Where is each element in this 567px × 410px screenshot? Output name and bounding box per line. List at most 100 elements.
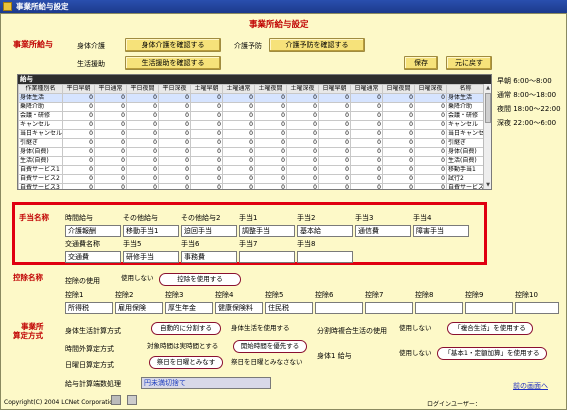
value-cell[interactable]: 0 xyxy=(222,156,255,166)
text-field[interactable]: 調整手当 xyxy=(239,225,295,237)
value-cell[interactable]: 0 xyxy=(382,111,415,121)
table-row[interactable]: 自費サービス2 0 0 0 0 0 0 0 0 0 0 0 0 試行2 xyxy=(18,174,485,184)
value-cell[interactable]: 0 xyxy=(222,174,255,184)
value-cell[interactable]: 0 xyxy=(414,111,447,121)
value-cell[interactable]: 0 xyxy=(414,147,447,157)
value-cell[interactable]: 0 xyxy=(62,120,95,130)
value-cell[interactable]: 0 xyxy=(286,156,319,166)
value-cell[interactable]: 0 xyxy=(126,147,159,157)
grid-scrollbar[interactable]: ▲ ▼ xyxy=(483,84,491,189)
shintai-confirm-button[interactable]: 身体介護を確認する xyxy=(125,38,221,52)
save-button[interactable]: 保存 xyxy=(404,56,438,70)
value-cell[interactable]: 0 xyxy=(158,93,191,103)
value-cell[interactable]: 0 xyxy=(286,147,319,157)
kaigo-yobo-confirm-button[interactable]: 介護予防を確認する xyxy=(269,38,365,52)
value-cell[interactable]: 0 xyxy=(62,147,95,157)
value-cell[interactable]: 0 xyxy=(190,93,223,103)
value-cell[interactable]: 0 xyxy=(222,111,255,121)
value-cell[interactable]: 0 xyxy=(126,102,159,112)
value-cell[interactable]: 0 xyxy=(318,138,351,148)
value-cell[interactable]: 0 xyxy=(382,138,415,148)
row-label-cell[interactable]: 自費サービス xyxy=(446,183,485,189)
value-cell[interactable]: 0 xyxy=(350,102,383,112)
value-cell[interactable]: 0 xyxy=(350,138,383,148)
hasu-select[interactable]: 円未満切捨て xyxy=(141,377,271,389)
value-cell[interactable]: 0 xyxy=(94,165,127,175)
value-cell[interactable]: 0 xyxy=(94,129,127,139)
value-cell[interactable]: 0 xyxy=(254,111,287,121)
value-cell[interactable]: 0 xyxy=(382,156,415,166)
value-cell[interactable]: 0 xyxy=(318,93,351,103)
text-field[interactable]: 健康保険料 xyxy=(215,302,263,314)
row-name-cell[interactable]: 自費サービス1 xyxy=(18,165,63,175)
value-cell[interactable]: 0 xyxy=(222,120,255,130)
shintai1-opt-off[interactable]: 使用しない xyxy=(399,348,432,359)
nichiyo-opt-treat[interactable]: 祭日を日曜とみなす xyxy=(149,356,223,369)
table-row[interactable]: 自費サービス1 0 0 0 0 0 0 0 0 0 0 0 0 移動手当1 xyxy=(18,165,485,175)
value-cell[interactable]: 0 xyxy=(190,174,223,184)
shintai-opt-use[interactable]: 身体生活を使用する xyxy=(231,323,290,334)
table-row[interactable]: 会議・研修 0 0 0 0 0 0 0 0 0 0 0 0 会議・研修 xyxy=(18,111,485,121)
kojo-option-off[interactable]: 使用しない xyxy=(121,273,154,284)
value-cell[interactable]: 0 xyxy=(254,120,287,130)
table-row[interactable]: 引継ぎ 0 0 0 0 0 0 0 0 0 0 0 0 引継ぎ xyxy=(18,138,485,148)
value-cell[interactable]: 0 xyxy=(286,183,319,189)
value-cell[interactable]: 0 xyxy=(158,111,191,121)
table-row[interactable]: キャンセル 0 0 0 0 0 0 0 0 0 0 0 0 キャンセル xyxy=(18,120,485,130)
value-cell[interactable]: 0 xyxy=(62,111,95,121)
text-field[interactable]: 交通費 xyxy=(65,251,121,263)
tool-icon[interactable] xyxy=(127,395,137,405)
row-name-cell[interactable]: 身体(自費) xyxy=(18,147,63,157)
seikatsu-confirm-button[interactable]: 生活援助を確認する xyxy=(125,56,221,70)
value-cell[interactable]: 0 xyxy=(190,102,223,112)
value-cell[interactable]: 0 xyxy=(126,156,159,166)
value-cell[interactable]: 0 xyxy=(414,174,447,184)
value-cell[interactable]: 0 xyxy=(350,111,383,121)
value-cell[interactable]: 0 xyxy=(382,120,415,130)
value-cell[interactable]: 0 xyxy=(158,129,191,139)
value-cell[interactable]: 0 xyxy=(126,165,159,175)
value-cell[interactable]: 0 xyxy=(286,102,319,112)
value-cell[interactable]: 0 xyxy=(286,111,319,121)
row-name-cell[interactable]: 当日キャンセル xyxy=(18,129,63,139)
value-cell[interactable]: 0 xyxy=(350,120,383,130)
bunkatsu-opt-off[interactable]: 使用しない xyxy=(399,323,432,334)
value-cell[interactable]: 0 xyxy=(158,138,191,148)
value-cell[interactable]: 0 xyxy=(414,102,447,112)
value-cell[interactable]: 0 xyxy=(222,93,255,103)
row-label-cell[interactable]: 当日キャンセル xyxy=(446,129,485,139)
value-cell[interactable]: 0 xyxy=(190,111,223,121)
text-field[interactable]: 障害手当 xyxy=(413,225,469,237)
value-cell[interactable]: 0 xyxy=(382,129,415,139)
value-cell[interactable]: 0 xyxy=(382,93,415,103)
reset-button[interactable]: 元に戻す xyxy=(446,56,492,70)
row-name-cell[interactable]: 乗降介助 xyxy=(18,102,63,112)
value-cell[interactable]: 0 xyxy=(382,147,415,157)
table-row[interactable]: 自費サービス3 0 0 0 0 0 0 0 0 0 0 0 0 自費サービス xyxy=(18,183,485,189)
row-name-cell[interactable]: 自費サービス3 xyxy=(18,183,63,189)
value-cell[interactable]: 0 xyxy=(222,138,255,148)
value-cell[interactable]: 0 xyxy=(158,174,191,184)
row-label-cell[interactable]: 身体(自費) xyxy=(446,147,485,157)
value-cell[interactable]: 0 xyxy=(254,165,287,175)
value-cell[interactable]: 0 xyxy=(190,129,223,139)
printer-icon[interactable] xyxy=(111,395,121,405)
row-label-cell[interactable]: 生活(自費) xyxy=(446,156,485,166)
value-cell[interactable]: 0 xyxy=(126,183,159,189)
text-field[interactable] xyxy=(515,302,559,314)
value-cell[interactable]: 0 xyxy=(94,147,127,157)
value-cell[interactable]: 0 xyxy=(350,156,383,166)
value-cell[interactable]: 0 xyxy=(126,120,159,130)
row-name-cell[interactable]: 引継ぎ xyxy=(18,138,63,148)
row-label-cell[interactable]: キャンセル xyxy=(446,120,485,130)
value-cell[interactable]: 0 xyxy=(126,138,159,148)
salary-grid[interactable]: 給与 作業種別名 平日早朝 平日通常 平日夜間 平日深夜 土曜早朝 土曜通常 土曜夜間 土曜深夜… xyxy=(17,74,492,190)
value-cell[interactable]: 0 xyxy=(158,147,191,157)
value-cell[interactable]: 0 xyxy=(158,165,191,175)
row-name-cell[interactable]: 身体生活 xyxy=(18,93,63,103)
value-cell[interactable]: 0 xyxy=(350,183,383,189)
value-cell[interactable]: 0 xyxy=(126,174,159,184)
value-cell[interactable]: 0 xyxy=(94,183,127,189)
value-cell[interactable]: 0 xyxy=(382,183,415,189)
row-name-cell[interactable]: 会議・研修 xyxy=(18,111,63,121)
